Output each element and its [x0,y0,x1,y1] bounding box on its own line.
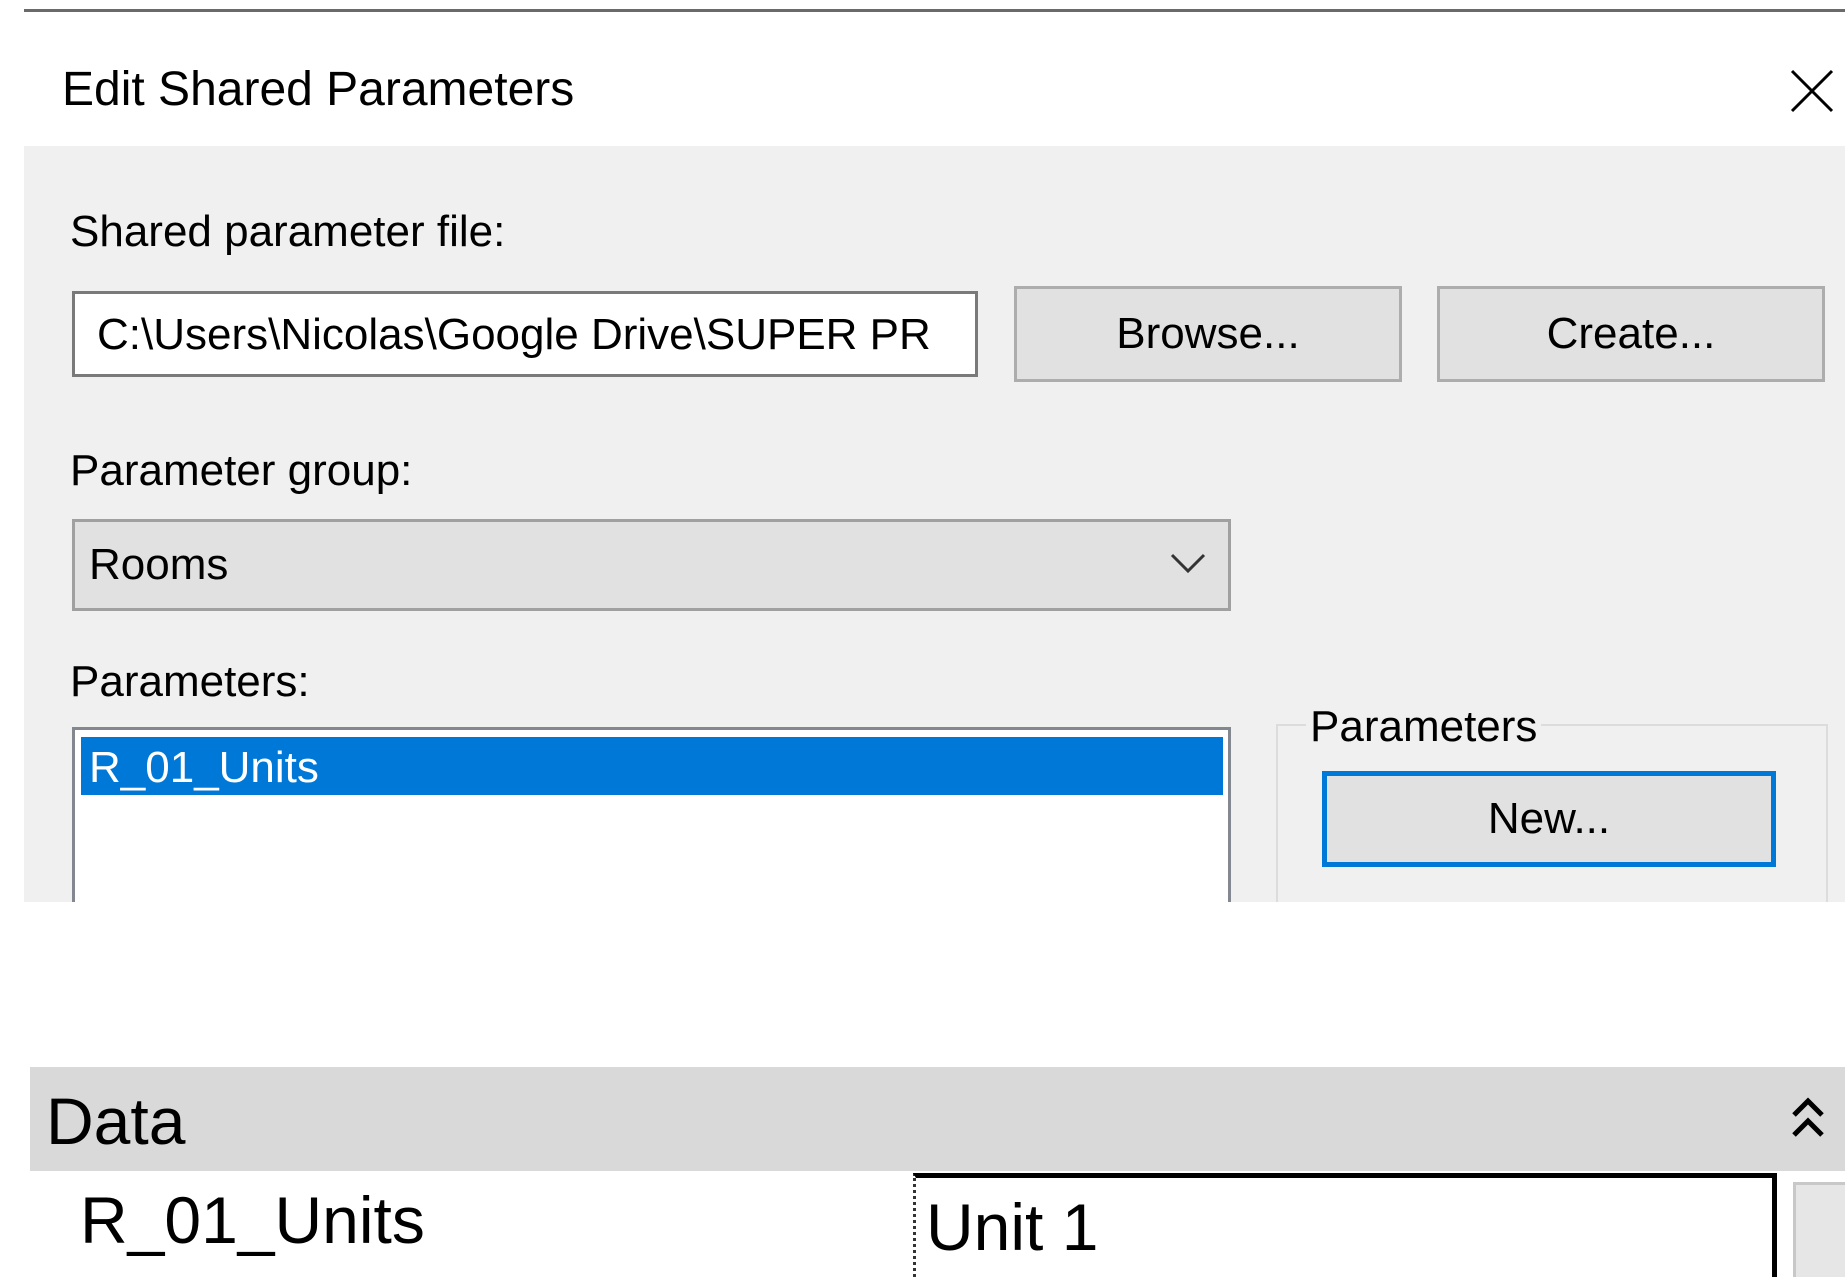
close-icon [1790,69,1834,113]
chevron-down-icon [1170,553,1206,574]
parameter-group-dropdown[interactable]: Rooms [72,519,1231,611]
data-section-title: Data [46,1084,186,1158]
create-button[interactable]: Create... [1437,286,1825,382]
parameter-group-label: Parameter group: [70,446,413,495]
close-button[interactable] [1779,58,1845,124]
dialog-title: Edit Shared Parameters [62,63,575,116]
parameters-label: Parameters: [70,657,310,706]
shared-parameter-file-label: Shared parameter file: [70,207,506,256]
property-name-r01-units: R_01_Units [80,1183,425,1257]
list-item-label: R_01_Units [89,743,319,792]
new-parameter-button[interactable]: New... [1322,771,1776,867]
property-row-button[interactable] [1793,1182,1845,1277]
screenshot-stage: Edit Shared Parameters Shared parameter … [0,0,1845,1277]
shared-parameter-file-field[interactable]: C:\Users\Nicolas\Google Drive\SUPER PR [72,291,978,377]
property-value-field[interactable] [913,1173,1777,1277]
property-value-input[interactable] [926,1182,1756,1272]
browse-button[interactable]: Browse... [1014,286,1402,382]
dialog-title-bar: Edit Shared Parameters [24,12,1845,146]
shared-parameter-file-path: C:\Users\Nicolas\Google Drive\SUPER PR [97,310,931,359]
parameter-group-selected: Rooms [89,540,229,589]
double-chevron-up-icon[interactable] [1790,1093,1826,1143]
parameters-group-title: Parameters [1306,700,1542,754]
parameters-list[interactable]: R_01_Units [72,727,1231,902]
data-section-header[interactable]: Data [30,1067,1845,1171]
list-item[interactable]: R_01_Units [81,737,1223,795]
